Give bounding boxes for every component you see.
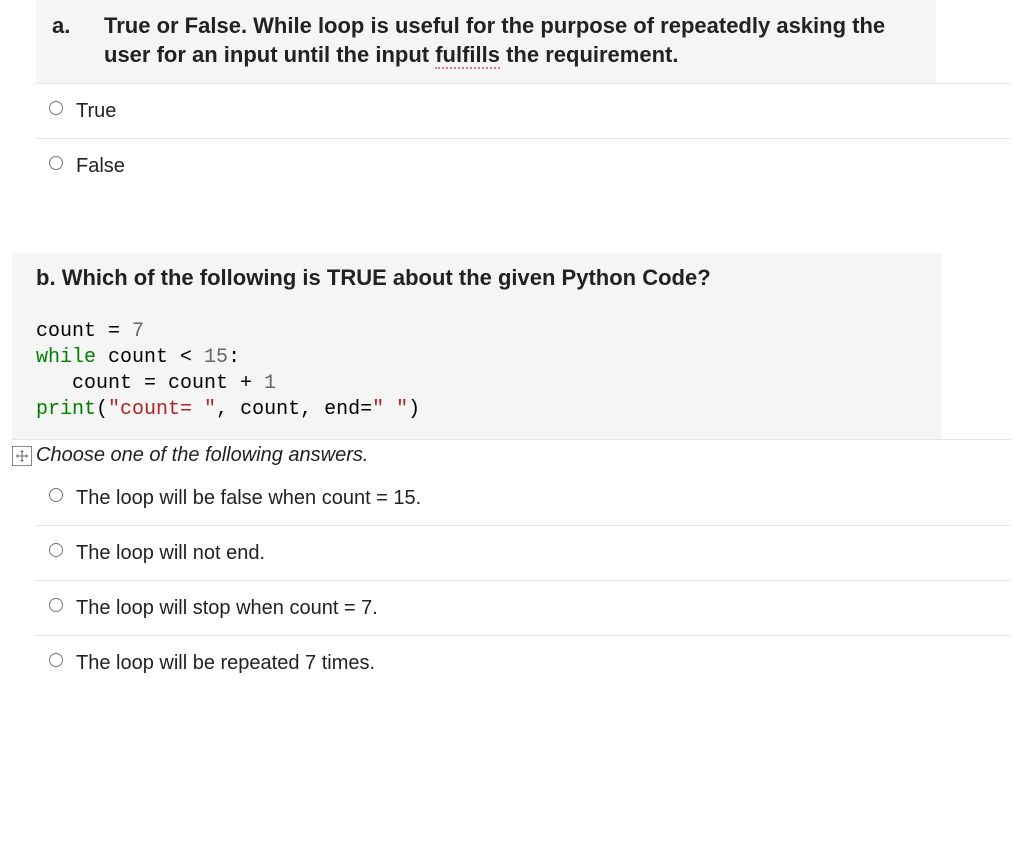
code-token: 1: [264, 372, 276, 395]
question-b-title: b. Which of the following is TRUE about …: [36, 265, 926, 291]
instruction-row: Choose one of the following answers.: [12, 439, 1011, 471]
move-handle-icon[interactable]: [12, 446, 32, 466]
option-row[interactable]: The loop will stop when count = 7.: [36, 580, 1011, 635]
code-token: count = count +: [36, 372, 264, 395]
code-token: "count= ": [108, 398, 216, 421]
question-b-marker: b.: [36, 265, 56, 290]
code-token: :: [228, 346, 240, 369]
question-a-header: a. True or False. While loop is useful f…: [36, 0, 936, 83]
option-row[interactable]: True: [36, 83, 1011, 138]
radio-input[interactable]: [49, 653, 63, 667]
question-b: b. Which of the following is TRUE about …: [0, 253, 1019, 690]
option-label: True: [76, 98, 116, 124]
radio-slot: [36, 595, 76, 612]
code-token: 7: [132, 320, 144, 343]
radio-input[interactable]: [49, 488, 63, 502]
option-label: The loop will stop when count = 7.: [76, 595, 378, 621]
option-row[interactable]: False: [36, 138, 1011, 193]
radio-input[interactable]: [49, 101, 63, 115]
spellcheck-underline: fulfills: [435, 42, 500, 69]
option-label: The loop will be repeated 7 times.: [76, 650, 375, 676]
option-row[interactable]: The loop will be false when count = 15.: [36, 471, 1011, 525]
radio-slot: [36, 650, 76, 667]
code-token: " ": [372, 398, 408, 421]
option-label: False: [76, 153, 125, 179]
code-token: while: [36, 346, 96, 369]
radio-slot: [36, 153, 76, 170]
radio-input[interactable]: [49, 156, 63, 170]
radio-slot: [36, 98, 76, 115]
radio-slot: [36, 485, 76, 502]
question-b-options: The loop will be false when count = 15. …: [0, 471, 1019, 690]
option-row[interactable]: The loop will not end.: [36, 525, 1011, 580]
code-block: count = 7 while count < 15: count = coun…: [36, 319, 926, 423]
question-a-options: True False: [0, 83, 1019, 193]
question-b-text: Which of the following is TRUE about the…: [62, 265, 711, 290]
code-token: , count, end=: [216, 398, 372, 421]
instruction-text: Choose one of the following answers.: [36, 440, 368, 471]
code-token: ): [408, 398, 420, 421]
option-label: The loop will be false when count = 15.: [76, 485, 421, 511]
question-a-title: a. True or False. While loop is useful f…: [52, 12, 920, 69]
option-row[interactable]: The loop will be repeated 7 times.: [36, 635, 1011, 690]
code-token: print: [36, 398, 96, 421]
code-token: (: [96, 398, 108, 421]
question-a-text-after: the requirement.: [500, 42, 678, 67]
radio-input[interactable]: [49, 598, 63, 612]
radio-input[interactable]: [49, 543, 63, 557]
radio-slot: [36, 540, 76, 557]
code-token: count =: [36, 320, 132, 343]
option-label: The loop will not end.: [76, 540, 265, 566]
question-a: a. True or False. While loop is useful f…: [0, 0, 1019, 193]
code-token: 15: [204, 346, 228, 369]
code-token: count <: [96, 346, 204, 369]
question-b-header: b. Which of the following is TRUE about …: [12, 253, 942, 439]
question-a-marker: a.: [52, 12, 104, 69]
question-a-text: True or False. While loop is useful for …: [104, 12, 920, 69]
